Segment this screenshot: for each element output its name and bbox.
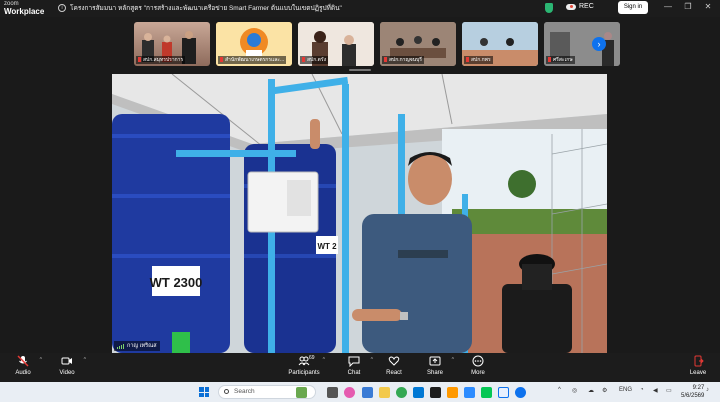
participants-button[interactable]: Participants 69 ^ bbox=[281, 355, 327, 376]
info-icon[interactable]: i bbox=[58, 4, 66, 12]
leave-label: Leave bbox=[689, 370, 707, 376]
brand-bottom: Workplace bbox=[4, 7, 45, 16]
chat-label: Chat bbox=[347, 370, 361, 376]
camera-icon bbox=[61, 357, 72, 365]
minimize-icon[interactable]: — bbox=[662, 2, 674, 11]
chevron-up-icon[interactable]: ^ bbox=[84, 357, 86, 363]
chevron-up-icon[interactable]: ^ bbox=[40, 357, 42, 363]
word-icon[interactable] bbox=[464, 387, 475, 398]
zoom-icon[interactable] bbox=[515, 387, 526, 398]
tank-label-small: WT 2 bbox=[317, 242, 337, 251]
zoom-app-icon[interactable] bbox=[498, 387, 509, 398]
participants-count: 69 bbox=[309, 355, 315, 361]
tray-chevron-icon[interactable]: ^ bbox=[558, 387, 561, 393]
thumbnail-strip: สปก.สมุทรปราการ สำนักพัฒนาเกษตรกรและ... … bbox=[134, 22, 620, 66]
meeting-toolbar: Audio ^ Video ^ Participants 69 ^ Chat ^… bbox=[0, 353, 720, 382]
meeting-title[interactable]: i โครงการสัมมนา หลักสูตร "การสร้างและพัฒ… bbox=[58, 3, 342, 13]
clock-time: 9:27 bbox=[692, 385, 705, 391]
clock-date: 5/6/2569 bbox=[681, 393, 705, 399]
chevron-up-icon[interactable]: ^ bbox=[323, 357, 325, 363]
participant-thumbnail[interactable]: สปก.กาญจนบุรี bbox=[380, 22, 456, 66]
thumbnail-label: สปก.ตรัง bbox=[300, 56, 329, 64]
thumbnail-label: สปก.กาญจนบุรี bbox=[382, 56, 424, 64]
speaker-name: กาญ เทริณส bbox=[127, 343, 157, 349]
participant-thumbnail[interactable]: สปก.สมุทรปราการ bbox=[134, 22, 210, 66]
windows-taskbar: Search ^ ◎ ☁ ⚙ ENG ◔ ◀ ▭ 9:27 5/6/2569 ♪ bbox=[0, 382, 720, 402]
chrome-icon[interactable] bbox=[396, 387, 407, 398]
shield-icon[interactable] bbox=[545, 3, 553, 13]
title-bar: zoom Workplace i โครงการสัมมนา หลักสูตร … bbox=[0, 0, 720, 17]
next-page-button[interactable]: › bbox=[592, 37, 606, 51]
react-label: React bbox=[386, 370, 402, 376]
rec-label: REC bbox=[579, 3, 594, 10]
participant-thumbnail[interactable]: สปก.ตรัง bbox=[298, 22, 374, 66]
tray-app-icon[interactable]: ◎ bbox=[572, 387, 577, 394]
signal-icon bbox=[117, 343, 124, 349]
amazon-icon[interactable] bbox=[447, 387, 458, 398]
windows-start-icon[interactable] bbox=[199, 387, 209, 397]
line-icon[interactable] bbox=[481, 387, 492, 398]
audio-button[interactable]: Audio ^ bbox=[2, 355, 44, 376]
mic-muted-icon bbox=[17, 355, 29, 367]
zoom-logo: zoom Workplace bbox=[4, 1, 45, 16]
teams-icon[interactable] bbox=[362, 387, 373, 398]
tray-settings-icon[interactable]: ⚙ bbox=[602, 387, 607, 394]
chevron-up-icon[interactable]: ^ bbox=[452, 357, 454, 363]
plant-icon[interactable] bbox=[296, 387, 307, 398]
leave-button[interactable]: Leave bbox=[677, 355, 719, 376]
more-label: More bbox=[471, 370, 485, 376]
video-button[interactable]: Video ^ bbox=[46, 355, 88, 376]
active-speaker-video[interactable]: WT 2300 WT 2 กาญ เทริณส bbox=[112, 74, 607, 353]
share-label: Share bbox=[426, 370, 443, 376]
volume-icon[interactable]: ◀ bbox=[653, 387, 658, 394]
clock[interactable]: 9:27 5/6/2569 bbox=[681, 384, 704, 400]
meeting-title-text: โครงการสัมมนา หลักสูตร "การสร้างและพัฒนา… bbox=[70, 5, 342, 12]
recording-indicator[interactable]: REC bbox=[566, 3, 594, 10]
language-indicator[interactable]: ENG bbox=[619, 387, 632, 393]
share-button[interactable]: Share ^ bbox=[414, 355, 456, 376]
search-placeholder: Search bbox=[234, 388, 255, 395]
thumbnail-label: สปก.สมุทรปราการ bbox=[136, 56, 186, 64]
leave-icon bbox=[694, 355, 704, 367]
thumbnail-label: ศรีสะเกษ bbox=[546, 56, 575, 64]
edge-icon[interactable] bbox=[413, 387, 424, 398]
search-icon bbox=[224, 389, 229, 394]
notification-bell-icon[interactable]: ♪ bbox=[706, 387, 709, 393]
sign-in-button[interactable]: Sign in bbox=[618, 1, 648, 14]
participant-thumbnail[interactable]: สปก.กพร bbox=[462, 22, 538, 66]
thumbnail-label: สปก.กพร bbox=[464, 56, 493, 64]
participant-thumbnail[interactable]: สำนักพัฒนาเกษตรกรและ... bbox=[216, 22, 292, 66]
battery-icon[interactable]: ▭ bbox=[666, 387, 672, 394]
thumbnail-resize-handle[interactable] bbox=[349, 69, 371, 71]
react-button[interactable]: React bbox=[373, 355, 415, 376]
tray-cloud-icon[interactable]: ☁ bbox=[588, 387, 594, 394]
video-label: Video bbox=[59, 370, 75, 376]
file-explorer-icon[interactable] bbox=[379, 387, 390, 398]
close-icon[interactable]: ✕ bbox=[702, 2, 714, 11]
tank-label: WT 2300 bbox=[150, 275, 203, 290]
audio-label: Audio bbox=[15, 370, 31, 376]
chat-icon bbox=[348, 356, 360, 367]
heart-icon bbox=[388, 356, 400, 366]
thumbnail-label: สำนักพัฒนาเกษตรกรและ... bbox=[218, 56, 287, 64]
participants-label: Participants bbox=[288, 370, 320, 376]
more-icon bbox=[472, 355, 484, 367]
cloud-record-icon bbox=[566, 3, 576, 10]
video-scene: WT 2300 WT 2 bbox=[112, 74, 607, 353]
copilot-icon[interactable] bbox=[344, 387, 355, 398]
more-button[interactable]: More bbox=[457, 355, 499, 376]
share-screen-icon bbox=[429, 356, 441, 366]
chat-button[interactable]: Chat ^ bbox=[333, 355, 375, 376]
participant-thumbnail[interactable]: ศรีสะเกษ bbox=[544, 22, 620, 66]
task-view-icon[interactable] bbox=[327, 387, 338, 398]
speaker-name-tag: กาญ เทริณส bbox=[114, 341, 160, 351]
restore-icon[interactable]: ❐ bbox=[682, 2, 694, 11]
store-icon[interactable] bbox=[430, 387, 441, 398]
wifi-icon[interactable]: ◔ bbox=[640, 387, 644, 393]
